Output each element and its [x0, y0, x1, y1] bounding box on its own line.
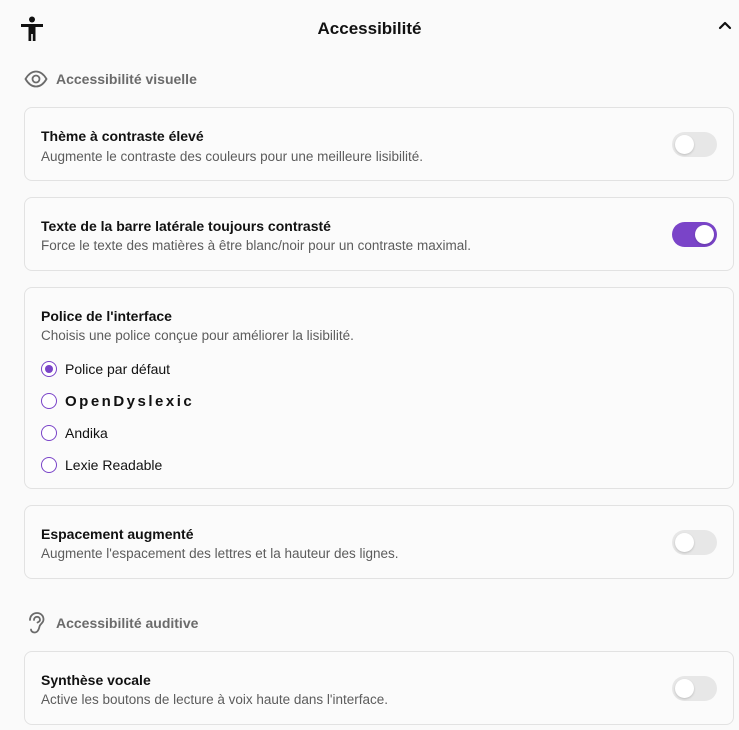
setting-title: Police de l'interface — [41, 308, 172, 324]
font-option-andika[interactable]: Andika — [41, 423, 108, 443]
font-option-lexie-readable[interactable]: Lexie Readable — [41, 455, 162, 475]
setting-card-high-contrast: Thème à contraste élevé Augmente le cont… — [24, 107, 734, 181]
radio-button[interactable] — [41, 361, 57, 377]
toggle-knob — [675, 679, 694, 698]
accessibility-header: Accessibilité — [0, 0, 739, 60]
text-to-speech-toggle[interactable] — [672, 676, 717, 701]
radio-button[interactable] — [41, 393, 57, 409]
section-auditory-heading: Accessibilité auditive — [24, 611, 198, 635]
setting-card-sidebar-contrast: Texte de la barre latérale toujours cont… — [24, 197, 734, 271]
radio-button[interactable] — [41, 425, 57, 441]
setting-description: Augmente le contraste des couleurs pour … — [41, 149, 423, 164]
spacing-toggle[interactable] — [672, 530, 717, 555]
setting-card-font: Police de l'interface Choisis une police… — [24, 287, 734, 489]
font-option-label: Police par défaut — [65, 361, 171, 377]
font-option-opendyslexic[interactable]: OpenDyslexic — [41, 391, 194, 411]
setting-card-spacing: Espacement augmenté Augmente l'espacemen… — [24, 505, 734, 579]
setting-description: Augmente l'espacement des lettres et la … — [41, 546, 399, 561]
section-visual-heading: Accessibilité visuelle — [24, 67, 197, 91]
eye-icon — [24, 67, 48, 91]
ear-icon — [24, 611, 48, 635]
setting-description: Choisis une police conçue pour améliorer… — [41, 328, 354, 343]
setting-description: Force le texte des matières à être blanc… — [41, 238, 471, 253]
setting-description: Active les boutons de lecture à voix hau… — [41, 692, 389, 707]
toggle-knob — [675, 135, 694, 154]
font-option-default[interactable]: Police par défaut — [41, 359, 170, 379]
toggle-knob — [695, 225, 714, 244]
font-option-label: Lexie Readable — [65, 457, 163, 473]
chevron-up-icon[interactable] — [717, 18, 733, 32]
setting-title: Thème à contraste élevé — [41, 128, 204, 144]
setting-title: Synthèse vocale — [41, 672, 151, 688]
page-title: Accessibilité — [317, 19, 422, 38]
font-option-label: Andika — [65, 425, 108, 441]
section-label: Accessibilité visuelle — [56, 71, 197, 87]
section-label: Accessibilité auditive — [56, 615, 199, 631]
font-option-label: OpenDyslexic — [65, 392, 195, 410]
high-contrast-toggle[interactable] — [672, 132, 717, 157]
setting-title: Texte de la barre latérale toujours cont… — [41, 218, 331, 234]
toggle-knob — [675, 533, 694, 552]
radio-button[interactable] — [41, 457, 57, 473]
sidebar-contrast-toggle[interactable] — [672, 222, 717, 247]
setting-card-tts: Synthèse vocale Active les boutons de le… — [24, 651, 734, 725]
setting-title: Espacement augmenté — [41, 526, 194, 542]
